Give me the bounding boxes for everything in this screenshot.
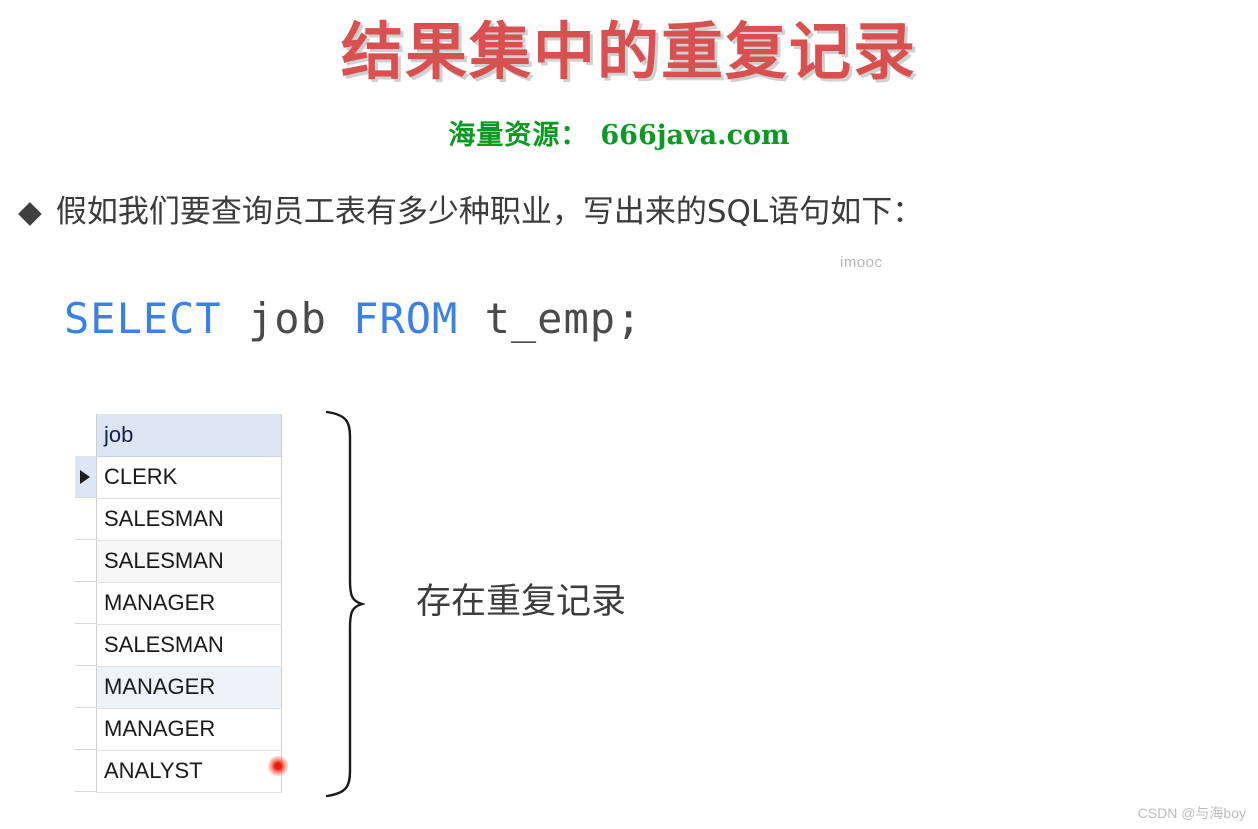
table-row[interactable]: MANAGER <box>96 666 282 709</box>
sql-table-name: t_emp; <box>458 294 643 343</box>
cell-job[interactable]: MANAGER <box>96 708 282 751</box>
table-header-row: job <box>96 414 282 457</box>
sql-keyword-from: FROM <box>353 294 459 343</box>
cell-job[interactable]: SALESMAN <box>96 498 282 541</box>
table-row[interactable]: CLERK <box>96 456 282 499</box>
cell-job[interactable]: SALESMAN <box>96 540 282 583</box>
cell-job[interactable]: MANAGER <box>96 582 282 625</box>
grid-row-selector-gutter[interactable] <box>75 414 96 794</box>
bullet-line: ◆ 假如我们要查询员工表有多少种职业，写出来的SQL语句如下： <box>18 190 923 234</box>
cell-job[interactable]: SALESMAN <box>96 624 282 667</box>
column-header-job[interactable]: job <box>96 414 282 457</box>
result-grid[interactable]: job CLERK SALESMAN SALESMAN MANAGER SALE… <box>75 414 282 794</box>
bullet-text: 假如我们要查询员工表有多少种职业，写出来的SQL语句如下： <box>55 194 924 230</box>
sql-statement: SELECT job FROM t_emp; <box>64 290 642 348</box>
table-row[interactable]: MANAGER <box>96 708 282 751</box>
result-grid-table: job CLERK SALESMAN SALESMAN MANAGER SALE… <box>96 414 282 793</box>
imooc-watermark: imooc <box>840 254 883 271</box>
sql-keyword-select: SELECT <box>64 294 222 343</box>
page-title: 结果集中的重复记录 <box>340 15 917 88</box>
sql-column-name: job <box>221 294 354 343</box>
table-row[interactable]: ANALYST <box>96 750 282 793</box>
table-row[interactable]: SALESMAN <box>96 498 282 541</box>
gutter-cell[interactable] <box>75 708 96 750</box>
gutter-cell[interactable] <box>75 540 96 582</box>
cell-job[interactable]: MANAGER <box>96 666 282 709</box>
slide-canvas: 结果集中的重复记录 海量资源： 666java.com ◆ 假如我们要查询员工表有… <box>0 0 1258 829</box>
gutter-cell[interactable] <box>75 624 96 666</box>
gutter-cell-header <box>75 414 96 456</box>
resource-subtitle-label: 海量资源： <box>448 120 589 151</box>
annotation-text: 存在重复记录 <box>416 582 627 622</box>
cell-job[interactable]: CLERK <box>96 456 282 499</box>
curly-brace-annotation-icon <box>325 410 365 798</box>
csdn-watermark: CSDN @与海boy <box>1137 805 1246 821</box>
gutter-cell[interactable] <box>75 498 96 540</box>
gutter-cell[interactable] <box>75 582 96 624</box>
resource-subtitle-site: 666java.com <box>600 120 790 151</box>
table-row[interactable]: MANAGER <box>96 582 282 625</box>
cell-job[interactable]: ANALYST <box>96 750 282 793</box>
current-row-arrow-icon <box>80 469 90 484</box>
resource-subtitle: 海量资源： 666java.com <box>0 118 1258 154</box>
diamond-bullet-icon: ◆ <box>18 194 42 229</box>
gutter-cell[interactable] <box>75 666 96 708</box>
gutter-cell[interactable] <box>75 750 96 792</box>
table-row[interactable]: SALESMAN <box>96 540 282 583</box>
table-row[interactable]: SALESMAN <box>96 624 282 667</box>
gutter-cell-current-row[interactable] <box>75 456 96 498</box>
mouse-cursor-highlight <box>268 756 288 776</box>
